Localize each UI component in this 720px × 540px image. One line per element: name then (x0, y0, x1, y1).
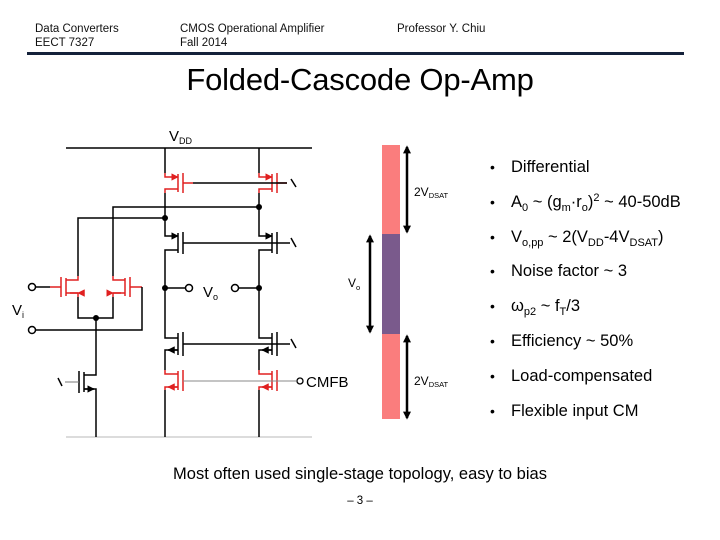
bullet-text-run: ·r (570, 192, 582, 211)
bullet-text-run: /3 (566, 297, 581, 316)
cmfb-label: CMFB (306, 374, 349, 391)
bullet-item: • Vo,pp ~ 2(VDD-4VDSAT) (488, 222, 681, 257)
tail-node (93, 315, 99, 321)
subscript: o,pp (522, 236, 544, 249)
subscript: m (561, 201, 571, 214)
bullet-text-run: Noise factor ~ 3 (511, 262, 628, 281)
bullet-item: • Flexible input CM (488, 396, 681, 431)
bullet-text-run: Efficiency ~ 50% (511, 331, 634, 350)
input-terminal-neg (27, 325, 37, 335)
bullet-icon: • (490, 298, 495, 315)
bullet-text-run: -4V (603, 227, 630, 246)
cmfb-terminal (296, 377, 304, 385)
bullet-item: • ωp2 ~ fT/3 (488, 291, 681, 326)
bullet-icon: • (490, 228, 495, 245)
bullet-text: Efficiency ~ 50% (511, 332, 633, 350)
tail-bias-tick (57, 377, 63, 387)
bullet-text: Flexible input CM (511, 402, 638, 420)
bullet-text: Load-compensated (511, 367, 652, 385)
bullet-text-run: Load-compensated (511, 366, 653, 385)
subscript: DSAT (629, 236, 659, 249)
bullet-item: • Differential (488, 152, 681, 187)
node-dot (256, 204, 262, 210)
vdd-label: VDD (169, 128, 193, 146)
pmos-cascode-bias-tick (290, 237, 297, 248)
top-headroom-label: 2VDSAT (414, 185, 449, 200)
feature-list: • Differential • A0 ~ (gm·ro)2 ~ 40-50dB •… (488, 152, 681, 430)
nmos-cascode-left (164, 332, 184, 356)
tail-current-source (78, 370, 97, 437)
output-swing-segment (382, 234, 400, 334)
bullet-icon: • (490, 332, 495, 349)
bullet-text-run: ~ 2(V (543, 227, 588, 246)
input-terminal-pos (27, 282, 37, 292)
swing-bar (382, 145, 400, 419)
bullet-text-run: A (511, 192, 523, 211)
output-node-right (256, 285, 262, 291)
output-node-left (162, 285, 168, 291)
nmos-sink-left (164, 370, 184, 391)
bullet-text-run: Differential (511, 158, 590, 176)
bullet-item: • Efficiency ~ 50% (488, 326, 681, 361)
bullet-text-run: ω (511, 297, 524, 316)
bullet-item: • A0 ~ (gm·ro)2 ~ 40-50dB (488, 187, 681, 222)
output-swing-label: Vo (348, 276, 360, 292)
headroom-top-segment (382, 145, 400, 234)
slide-caption: Most often used single-stage topology, e… (0, 465, 720, 484)
bullet-icon: • (490, 193, 495, 210)
bottom-headroom-label: 2VDSAT (414, 374, 449, 389)
bullet-icon: • (490, 367, 495, 384)
input-transistor-left (50, 276, 85, 297)
bullet-text-run: Flexible input CM (511, 401, 639, 420)
bullet-text: ωp2 ~ fT/3 (511, 297, 581, 319)
bullet-icon: • (490, 159, 495, 175)
pmos-current-source-left (164, 173, 193, 193)
bullet-icon: • (490, 263, 495, 280)
bullet-text-run: ) (658, 227, 664, 246)
bullet-text: A0 ~ (gm·ro)2 ~ 40-50dB (511, 192, 681, 214)
pmos-bias-tick (290, 178, 297, 188)
slide-caption-text: Most often used single-stage topology, e… (173, 465, 547, 483)
pmos-cascode-left (164, 232, 184, 254)
page-number: – 3 – (0, 495, 720, 507)
bullet-text-run: ~ (g (528, 192, 562, 211)
bullet-text: Vo,pp ~ 2(VDD-4VDSAT) (511, 227, 664, 249)
subscript: p2 (523, 306, 537, 319)
input-wires (35, 286, 143, 370)
subscript: DD (587, 236, 604, 249)
nmos-cascode-bias-tick (290, 338, 297, 349)
bullet-icon: • (490, 402, 495, 419)
headroom-bottom-segment (382, 334, 400, 419)
bullet-text-run: ~ 40-50dB (599, 192, 681, 211)
bullet-text-run: V (511, 227, 523, 246)
output-label: Vo (203, 284, 218, 302)
node-dot (162, 215, 168, 221)
input-transistor-right (106, 276, 142, 297)
bullet-item: • Noise factor ~ 3 (488, 256, 681, 291)
fold-wires (77, 206, 259, 276)
bullet-text: Noise factor ~ 3 (511, 262, 627, 280)
bullet-item: • Load-compensated (488, 361, 681, 396)
bullet-text: Differential (511, 158, 590, 176)
page-number-text: – 3 – (347, 495, 373, 507)
bullet-text-run: ~ f (536, 297, 560, 316)
input-label: Vi (12, 302, 24, 320)
